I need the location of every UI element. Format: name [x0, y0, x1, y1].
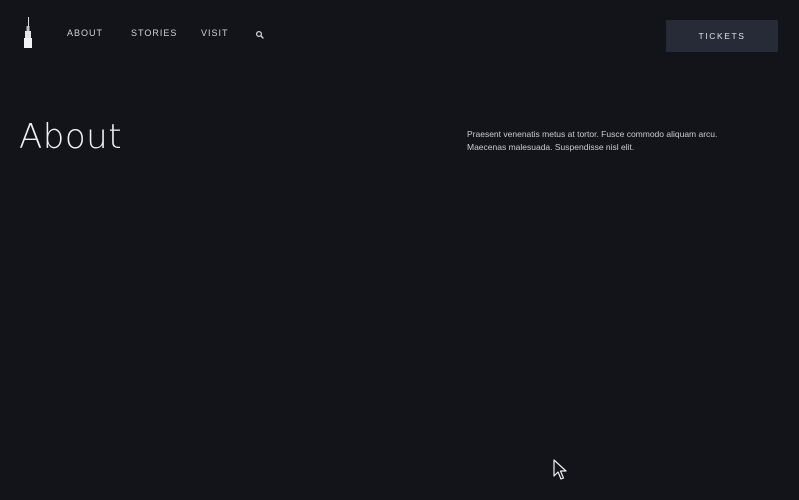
nav-about[interactable]: ABOUT	[67, 28, 103, 38]
nav-visit[interactable]: VISIT	[201, 28, 229, 38]
logo[interactable]	[21, 17, 35, 49]
site-header: ABOUT STORIES VISIT TICKETS	[0, 0, 799, 70]
logo-icon	[24, 17, 32, 48]
page: ABOUT STORIES VISIT TICKETS About Praese…	[0, 0, 799, 500]
search-icon[interactable]	[255, 27, 265, 39]
nav-stories[interactable]: STORIES	[131, 28, 177, 38]
mouse-cursor-icon	[553, 459, 569, 481]
tickets-button[interactable]: TICKETS	[666, 20, 778, 52]
page-title: About	[19, 117, 123, 157]
intro-text: Praesent venenatis metus at tortor. Fusc…	[467, 129, 718, 152]
